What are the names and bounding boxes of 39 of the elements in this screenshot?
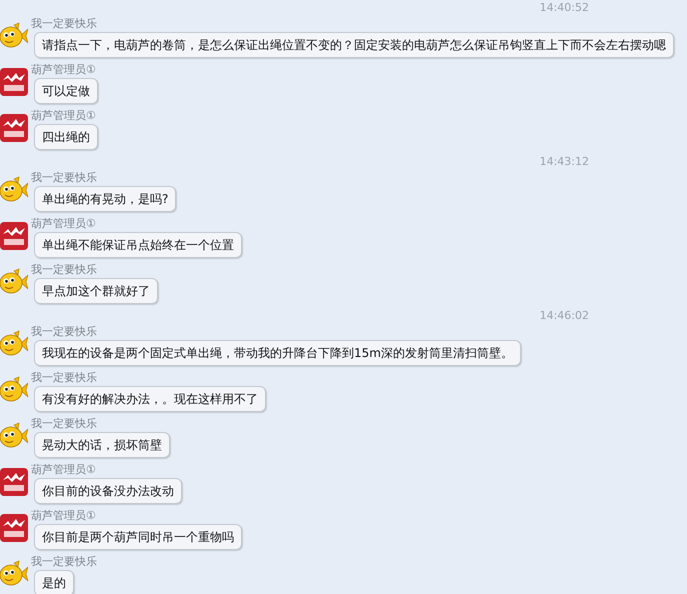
sender-name: 我一定要快乐 bbox=[31, 554, 97, 569]
logo-avatar-icon bbox=[0, 114, 28, 142]
message-bubble: 四出绳的 bbox=[34, 124, 98, 150]
message-bubble: 单出绳不能保证吊点始终在一个位置 bbox=[34, 232, 242, 258]
message-bubble: 早点加这个群就好了 bbox=[34, 278, 158, 304]
sender-name: 葫芦管理员① bbox=[31, 108, 96, 123]
fish-avatar-icon bbox=[0, 176, 28, 204]
sender-name: 我一定要快乐 bbox=[31, 370, 97, 385]
sender-name: 我一定要快乐 bbox=[31, 324, 97, 339]
message-bubble: 单出绳的有晃动，是吗? bbox=[34, 186, 176, 212]
logo-avatar-icon bbox=[0, 222, 28, 250]
message-bubble: 有没有好的解决办法，。现在这样用不了 bbox=[34, 386, 266, 412]
sender-name: 我一定要快乐 bbox=[31, 170, 97, 185]
timestamp: 14:46:02 bbox=[540, 308, 589, 324]
message-bubble: 请指点一下，电葫芦的卷筒，是怎么保证出绳位置不变的？固定安装的电葫芦怎么保证吊钩竖直上下而不会左右摆动嗯 bbox=[34, 32, 674, 58]
logo-avatar-icon bbox=[0, 468, 28, 496]
fish-avatar-icon bbox=[0, 376, 28, 404]
fish-avatar-icon bbox=[0, 560, 28, 588]
message-bubble: 你目前的设备没办法改动 bbox=[34, 478, 182, 504]
timestamp: 14:43:12 bbox=[540, 154, 589, 170]
sender-name: 葫芦管理员① bbox=[31, 62, 96, 77]
timestamp: 14:40:52 bbox=[540, 0, 589, 16]
sender-name: 葫芦管理员① bbox=[31, 216, 96, 231]
sender-name: 我一定要快乐 bbox=[31, 262, 97, 277]
message-bubble: 晃动大的话，损坏筒壁 bbox=[34, 432, 170, 458]
message-bubble: 我现在的设备是两个固定式单出绳，带动我的升降台下降到15m深的发射筒里清扫筒壁。 bbox=[34, 340, 521, 366]
fish-avatar-icon bbox=[0, 422, 28, 450]
logo-avatar-icon bbox=[0, 68, 28, 96]
sender-name: 我一定要快乐 bbox=[31, 416, 97, 431]
fish-avatar-icon bbox=[0, 22, 28, 50]
fish-avatar-icon bbox=[0, 330, 28, 358]
message-bubble: 可以定做 bbox=[34, 78, 98, 104]
message-bubble: 你目前是两个葫芦同时吊一个重物吗 bbox=[34, 524, 242, 550]
sender-name: 葫芦管理员① bbox=[31, 508, 96, 523]
fish-avatar-icon bbox=[0, 268, 28, 296]
logo-avatar-icon bbox=[0, 514, 28, 542]
sender-name: 葫芦管理员① bbox=[31, 462, 96, 477]
message-bubble: 是的 bbox=[34, 570, 74, 594]
sender-name: 我一定要快乐 bbox=[31, 16, 97, 31]
